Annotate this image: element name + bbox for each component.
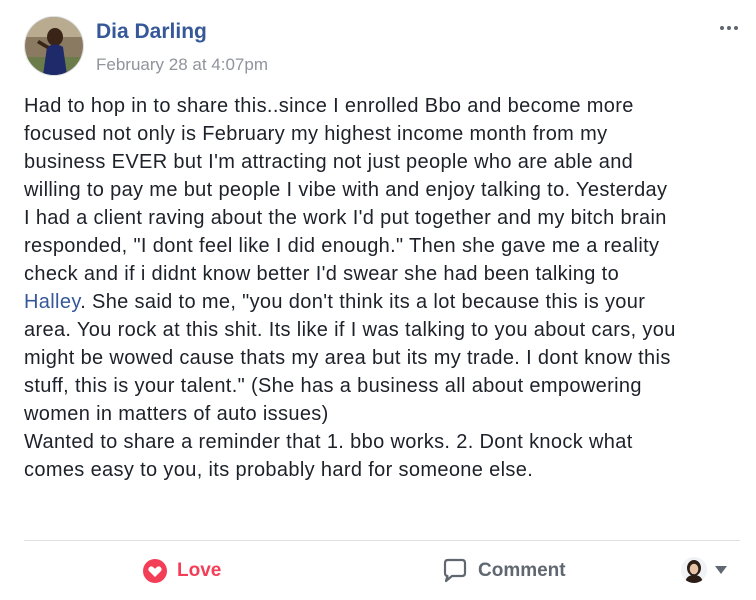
post-body: Had to hop in to share this..since I enr… — [24, 92, 746, 484]
post-body-line: focused not only is February my highest … — [24, 123, 608, 145]
author-name[interactable]: Dia Darling — [96, 20, 207, 44]
more-options-icon[interactable] — [716, 18, 742, 38]
post-body-line-mention: Halley. She said to me, "you don't think… — [24, 288, 746, 316]
mention-link[interactable]: Halley — [24, 291, 80, 313]
chevron-down-icon — [715, 566, 727, 574]
post-timestamp[interactable]: February 28 at 4:07pm — [96, 55, 268, 75]
post-body-line: stuff, this is your talent." (She has a … — [24, 375, 642, 397]
post-card: Dia Darling February 28 at 4:07pm Had to… — [0, 0, 756, 600]
comment-bubble-icon — [443, 558, 467, 583]
love-button[interactable]: Love — [142, 556, 221, 586]
love-label: Love — [177, 560, 222, 581]
post-body-line: Wanted to share a reminder that 1. bbo w… — [24, 431, 633, 453]
post-body-line: check and if i didnt know better I'd swe… — [24, 263, 620, 285]
post-body-line: area. You rock at this shit. Its like if… — [24, 319, 676, 341]
post-body-line: comes easy to you, its probably hard for… — [24, 459, 534, 481]
mention-line-text: . She said to me, "you don't think its a… — [80, 291, 646, 313]
post-body-line: business EVER but I'm attracting not jus… — [24, 151, 634, 173]
profile-avatar-icon — [681, 557, 707, 583]
post-body-line: willing to pay me but people I vibe with… — [24, 179, 668, 201]
reaction-profile-selector[interactable] — [681, 557, 727, 583]
love-heart-icon — [143, 559, 167, 583]
action-divider — [24, 540, 740, 541]
comment-button[interactable]: Comment — [441, 556, 566, 586]
post-body-line: might be wowed cause thats my area but i… — [24, 347, 671, 369]
post-body-line: responded, "I dont feel like I did enoug… — [24, 235, 660, 257]
post-body-line: I had a client raving about the work I'd… — [24, 207, 667, 229]
post-body-line: women in matters of auto issues) — [24, 403, 329, 425]
post-body-line: Had to hop in to share this..since I enr… — [24, 95, 634, 117]
comment-label: Comment — [478, 560, 566, 581]
author-avatar[interactable] — [24, 16, 84, 76]
